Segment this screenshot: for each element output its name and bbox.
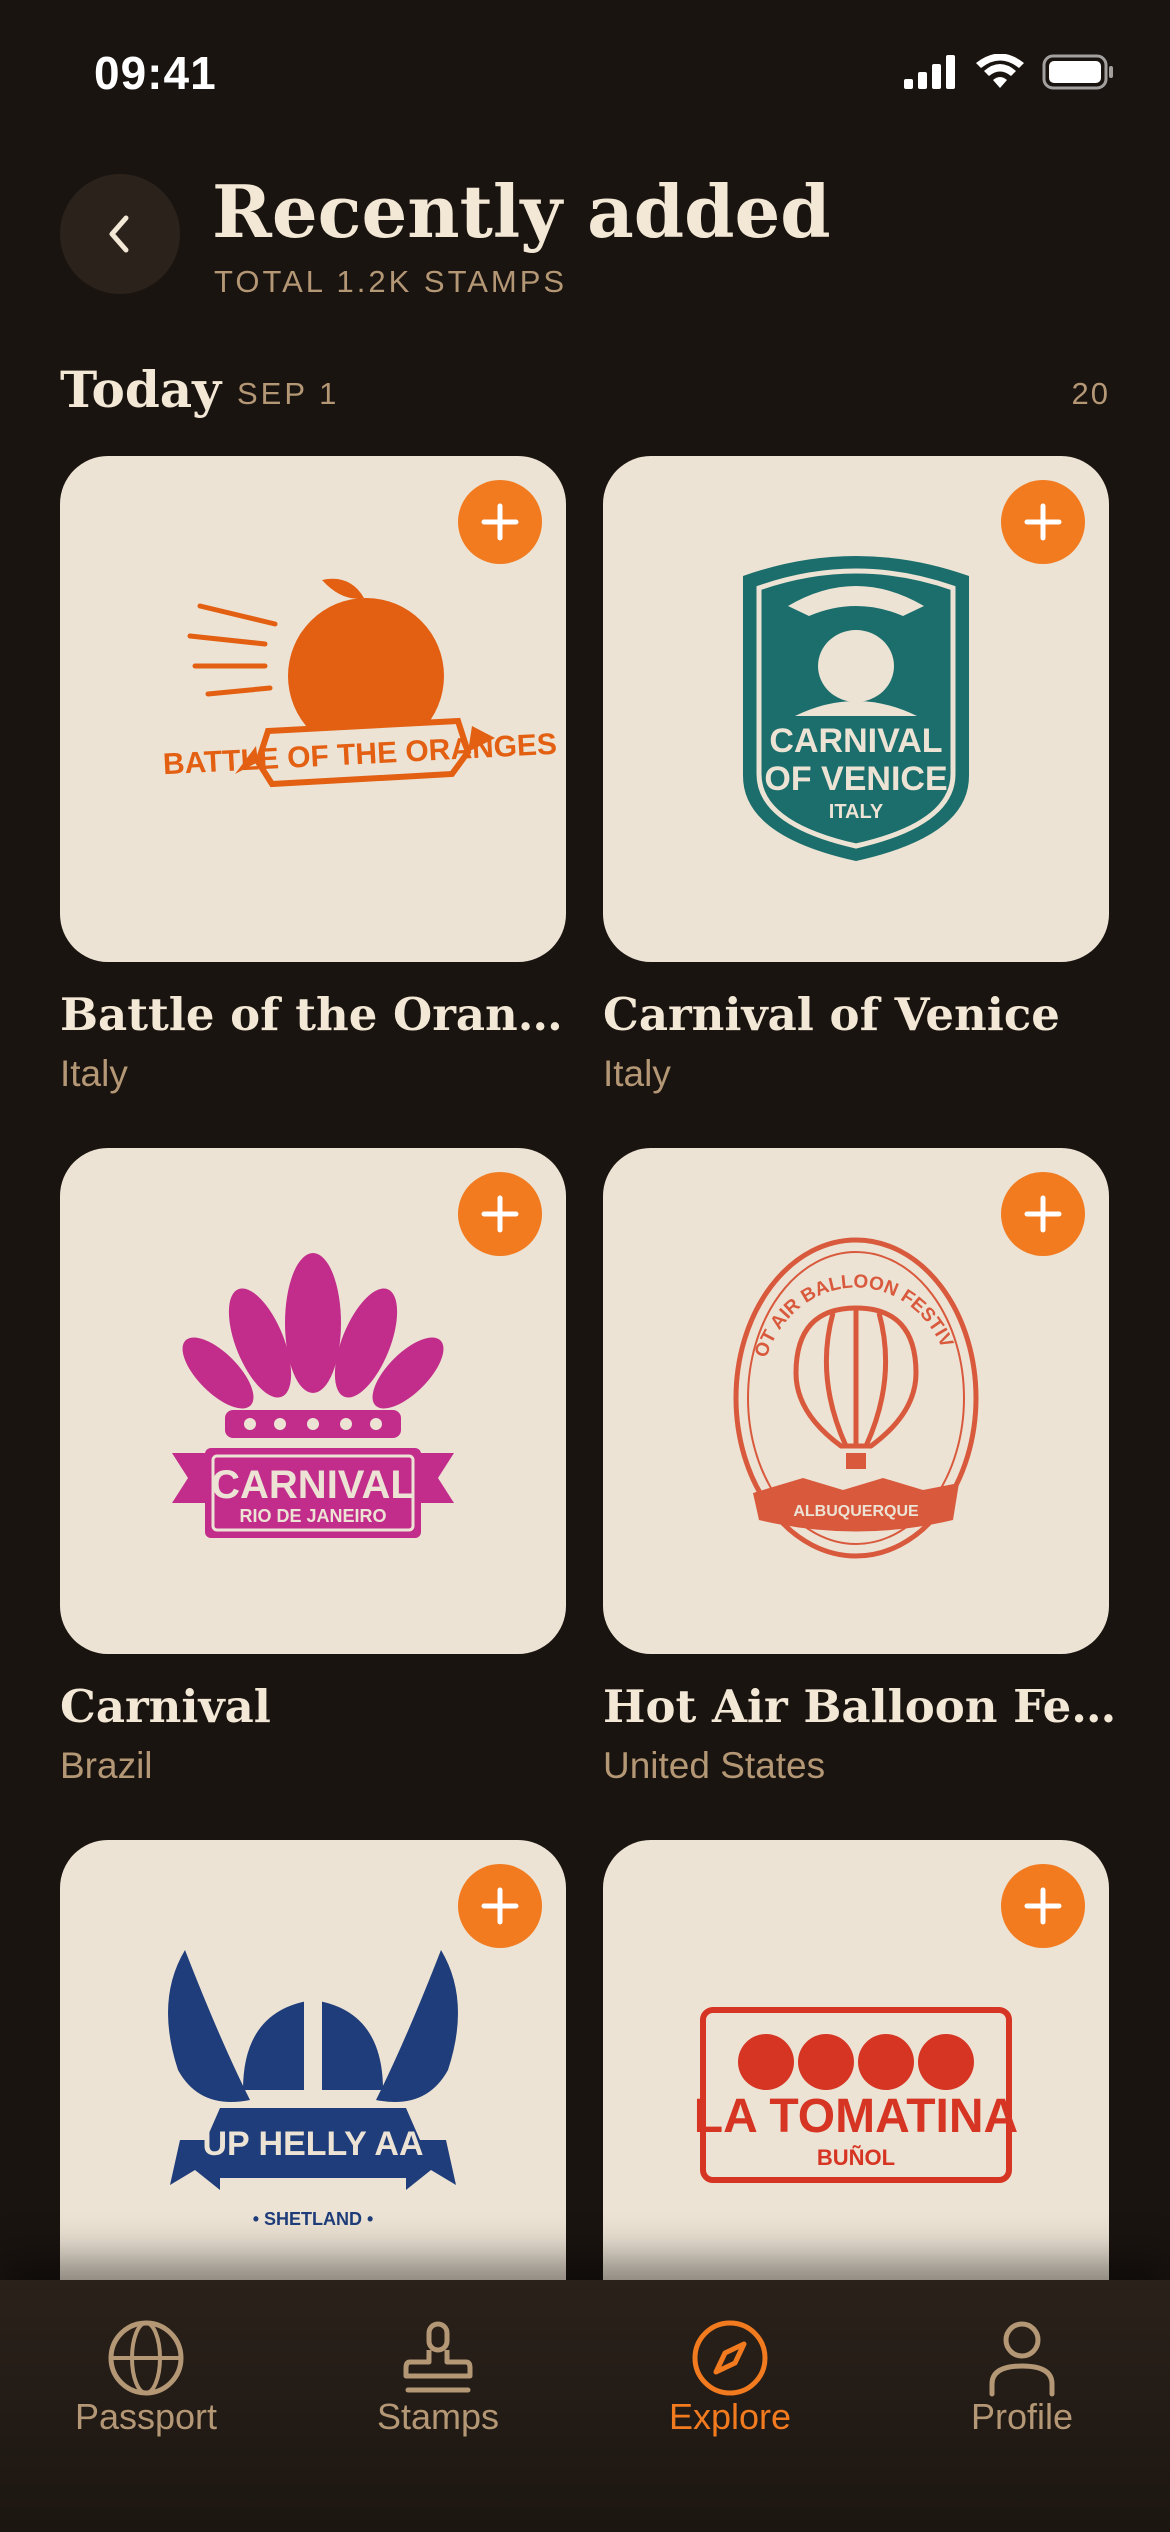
back-button[interactable]: [60, 174, 180, 294]
plus-icon: [481, 503, 519, 541]
stamp-name: Battle of the Oranges: [60, 988, 580, 1041]
status-bar: 09:41: [0, 0, 1170, 140]
stamp-tile[interactable]: CARNIVAL RIO DE JANEIRO: [60, 1148, 566, 1654]
tab-profile[interactable]: Profile: [876, 2300, 1168, 2470]
page-subtitle: TOTAL 1.2K STAMPS: [214, 264, 568, 299]
art-label-2: RIO DE JANEIRO: [239, 1506, 386, 1526]
stamp-tile[interactable]: BATTLE OF THE ORANGES: [60, 456, 566, 962]
add-stamp-button[interactable]: [458, 1864, 542, 1948]
page-title: Recently added: [212, 169, 831, 254]
page-header: Recently added TOTAL 1.2K STAMPS: [0, 170, 1170, 310]
add-stamp-button[interactable]: [1001, 1172, 1085, 1256]
art-label-2: ALBUQUERQUE: [793, 1503, 919, 1520]
stamp-country: Brazil: [60, 1745, 153, 1786]
section-title: Today: [60, 360, 222, 419]
chevron-left-icon: [109, 215, 129, 253]
add-stamp-button[interactable]: [1001, 1864, 1085, 1948]
tab-explore[interactable]: Explore: [584, 2300, 876, 2470]
plus-icon: [1024, 1195, 1062, 1233]
art-label-3: ITALY: [829, 801, 884, 823]
tab-label: Profile: [970, 2396, 1074, 2437]
section-count: 20: [1071, 376, 1110, 411]
status-time: 09:41: [94, 47, 217, 99]
stamp-tile[interactable]: CARNIVAL OF VENICE ITALY: [603, 456, 1109, 962]
art-label: LA TOMATINA: [694, 2090, 1018, 2143]
art-label: UP HELLY AA: [202, 2125, 423, 2163]
stamp-card[interactable]: UP HELLY AA • SHETLAND •: [60, 1840, 566, 2346]
plus-icon: [481, 1195, 519, 1233]
tab-label: Stamps: [376, 2396, 500, 2437]
tab-bar: Passport Stamps Explore Profile: [0, 2280, 1170, 2532]
stamp-country: United States: [603, 1745, 826, 1786]
battery-icon: [1042, 54, 1113, 90]
stamp-card[interactable]: CARNIVAL RIO DE JANEIRO Carnival Brazil: [60, 1148, 566, 1787]
art-label: CARNIVAL: [769, 722, 942, 760]
stamp-card[interactable]: CARNIVAL OF VENICE ITALY Carnival of Ven…: [603, 456, 1109, 1095]
section-header: Today SEP 1 20: [0, 360, 1170, 420]
art-label: CARNIVAL: [211, 1463, 415, 1507]
stamp-tile[interactable]: UP HELLY AA • SHETLAND •: [60, 1840, 566, 2346]
stamp-card[interactable]: LA TOMATINA BUÑOL: [603, 1840, 1109, 2346]
plus-icon: [1024, 503, 1062, 541]
stamp-name: Carnival: [60, 1680, 271, 1733]
tab-label: Explore: [668, 2396, 792, 2437]
tab-label: Passport: [74, 2396, 218, 2437]
stamp-country: Italy: [60, 1053, 128, 1094]
add-stamp-button[interactable]: [458, 1172, 542, 1256]
tab-stamps[interactable]: Stamps: [292, 2300, 584, 2470]
stamp-tile[interactable]: LA TOMATINA BUÑOL: [603, 1840, 1109, 2346]
tab-passport[interactable]: Passport: [0, 2300, 292, 2470]
signal-icon: [904, 55, 955, 89]
art-label-2: BUÑOL: [817, 2145, 895, 2170]
status-icons: [904, 54, 1114, 90]
stamp-card[interactable]: HOT AIR BALLOON FESTIVAL ALBUQUERQUE Hot…: [603, 1148, 1123, 1787]
stamp-country: Italy: [603, 1053, 671, 1094]
globe-icon: [108, 2320, 184, 2396]
plus-icon: [1024, 1887, 1062, 1925]
stamp-name: Hot Air Balloon Festival: [603, 1680, 1123, 1733]
stamp-card[interactable]: BATTLE OF THE ORANGES Battle of the Oran…: [60, 456, 580, 1095]
compass-icon: [692, 2320, 768, 2396]
art-label-2: OF VENICE: [764, 760, 947, 798]
add-stamp-button[interactable]: [458, 480, 542, 564]
stamp-name: Carnival of Venice: [603, 988, 1060, 1041]
section-date: SEP 1: [237, 376, 340, 411]
wifi-icon: [976, 54, 1024, 88]
plus-icon: [481, 1887, 519, 1925]
add-stamp-button[interactable]: [1001, 480, 1085, 564]
person-icon: [989, 2321, 1055, 2397]
stamp-tile[interactable]: HOT AIR BALLOON FESTIVAL ALBUQUERQUE: [603, 1148, 1109, 1654]
art-label-2: • SHETLAND •: [253, 2209, 374, 2229]
stamp-icon: [403, 2321, 473, 2393]
